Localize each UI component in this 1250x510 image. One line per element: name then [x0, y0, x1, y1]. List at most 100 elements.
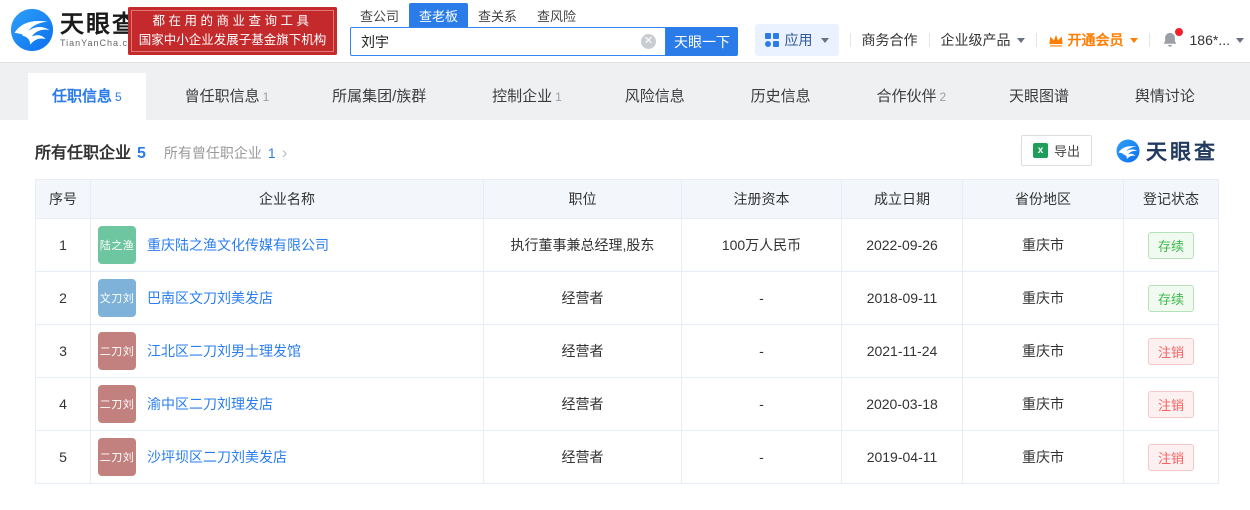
tianyancha-logo[interactable]: 天眼查 TianYanCha.com: [10, 8, 143, 52]
col-region: 省份地区: [962, 179, 1124, 219]
tab-public-opinion[interactable]: 舆情讨论: [1111, 73, 1222, 121]
former-positions-link[interactable]: 所有曾任职企业: [164, 143, 262, 163]
divider: [1035, 33, 1037, 47]
cell-seq: 1: [35, 218, 91, 272]
chevron-down-icon: [1129, 37, 1138, 43]
status-badge: 注销: [1147, 390, 1194, 418]
top-menu: 应用 商务合作 企业级产品 开通会员 186*...: [754, 24, 1244, 56]
cell-region: 重庆市: [962, 218, 1124, 272]
col-status: 登记状态: [1123, 179, 1219, 219]
company-avatar: 二刀刘: [98, 385, 136, 423]
status-badge: 存续: [1147, 284, 1194, 312]
chevron-right-icon[interactable]: ›: [282, 144, 288, 161]
chevron-down-icon: [1016, 37, 1025, 43]
section-titles: 所有任职企业 5 所有曾任职企业 1 ›: [35, 139, 287, 163]
enterprise-label: 企业级产品: [940, 32, 1011, 48]
search-box: ✕ 天眼一下: [350, 27, 738, 56]
company-link[interactable]: 重庆陆之渔文化传媒有限公司: [147, 235, 329, 255]
former-positions-count[interactable]: 1: [268, 145, 276, 161]
company-avatar: 二刀刘: [98, 332, 136, 370]
cell-capital: -: [681, 324, 842, 378]
cell-company: 二刀刘 渝中区二刀刘理发店: [90, 377, 484, 431]
notifications-bell[interactable]: [1161, 28, 1183, 49]
vip-label: 开通会员: [1067, 32, 1124, 48]
tianyancha-watermark: 天眼查: [1116, 136, 1218, 166]
profile-tab-bar: 任职信息 5 曾任职信息 1 所属集团/族群 控制企业 1 风险信息 历史信息 合作伙…: [0, 62, 1250, 121]
tab-history-info[interactable]: 历史信息: [727, 73, 838, 121]
company-avatar: 陆之渔: [98, 226, 136, 264]
search-input[interactable]: [350, 27, 666, 56]
cell-date: 2021-11-24: [841, 324, 963, 378]
menu-enterprise-products[interactable]: 企业级产品: [941, 30, 1025, 50]
tab-count: 5: [115, 90, 122, 104]
cell-status: 注销: [1123, 377, 1219, 431]
tab-label: 控制企业: [492, 88, 553, 105]
company-avatar: 文刀刘: [98, 279, 136, 317]
promo-banner-line1: 都在用的商业查询工具: [152, 14, 313, 28]
apps-menu[interactable]: 应用: [754, 24, 839, 56]
cell-position: 经营者: [483, 324, 682, 378]
tianyancha-logo-icon: [10, 8, 54, 52]
cell-capital: -: [681, 430, 842, 484]
status-badge: 注销: [1147, 443, 1194, 471]
cell-date: 2020-03-18: [841, 377, 963, 431]
table-row: 2 文刀刘 巴南区文刀刘美发店 经营者 - 2018-09-11 重庆市 存续: [35, 271, 1219, 325]
tab-group[interactable]: 所属集团/族群: [308, 73, 453, 121]
tab-positions[interactable]: 任职信息 5: [28, 73, 146, 121]
header: 天眼查 TianYanCha.com 都在用的商业查询工具 国家中小企业发展子基…: [0, 0, 1250, 62]
table-row: 4 二刀刘 渝中区二刀刘理发店 经营者 - 2020-03-18 重庆市 注销: [35, 377, 1219, 431]
cell-capital: -: [681, 377, 842, 431]
tab-label: 曾任职信息: [184, 88, 260, 105]
tab-graph[interactable]: 天眼图谱: [985, 73, 1096, 121]
divider: [1148, 33, 1150, 47]
tab-count: 1: [262, 90, 270, 104]
positions-table: 序号 企业名称 职位 注册资本 成立日期 省份地区 登记状态 1 陆之渔 重庆陆…: [35, 179, 1219, 484]
search-tab-risk[interactable]: 查风险: [527, 3, 586, 28]
promo-banner-line2: 国家中小企业发展子基金旗下机构: [138, 33, 327, 47]
cell-status: 存续: [1123, 271, 1219, 325]
col-capital: 注册资本: [681, 179, 842, 219]
col-position: 职位: [483, 179, 682, 219]
account-menu[interactable]: 186*...: [1190, 32, 1244, 48]
search-button[interactable]: 天眼一下: [666, 27, 738, 56]
menu-vip[interactable]: 开通会员: [1048, 30, 1138, 50]
tab-label: 任职信息: [52, 88, 113, 105]
clear-search-icon[interactable]: ✕: [641, 34, 656, 49]
tab-label: 风险信息: [624, 88, 685, 105]
search-tab-company[interactable]: 查公司: [350, 3, 409, 28]
cell-company: 陆之渔 重庆陆之渔文化传媒有限公司: [90, 218, 484, 272]
company-link[interactable]: 渝中区二刀刘理发店: [147, 394, 273, 414]
cell-region: 重庆市: [962, 430, 1124, 484]
tab-controlled-companies[interactable]: 控制企业 1: [468, 73, 586, 121]
company-link[interactable]: 沙坪坝区二刀刘美发店: [147, 447, 287, 467]
tab-former-positions[interactable]: 曾任职信息 1: [161, 73, 294, 121]
export-label: 导出: [1053, 144, 1080, 159]
cell-region: 重庆市: [962, 271, 1124, 325]
promo-banner: 都在用的商业查询工具 国家中小企业发展子基金旗下机构: [128, 7, 337, 55]
search-tab-boss[interactable]: 查老板: [409, 2, 469, 28]
section-actions: x 导出 天眼查: [1020, 135, 1218, 166]
tab-label: 历史信息: [750, 88, 811, 105]
cell-seq: 2: [35, 271, 91, 325]
export-button[interactable]: x 导出: [1020, 135, 1092, 166]
tab-risk-info[interactable]: 风险信息: [601, 73, 712, 121]
cell-position: 经营者: [483, 377, 682, 431]
cell-status: 注销: [1123, 430, 1219, 484]
table-row: 1 陆之渔 重庆陆之渔文化传媒有限公司 执行董事兼总经理,股东 100万人民币 …: [35, 218, 1219, 272]
cell-status: 注销: [1123, 324, 1219, 378]
company-avatar: 二刀刘: [98, 438, 136, 476]
cell-position: 执行董事兼总经理,股东: [483, 218, 682, 272]
menu-business-cooperation[interactable]: 商务合作: [862, 30, 918, 50]
cell-region: 重庆市: [962, 377, 1124, 431]
cell-company: 二刀刘 江北区二刀刘男士理发馆: [90, 324, 484, 378]
divider: [928, 33, 930, 47]
tab-label: 舆情讨论: [1134, 88, 1195, 105]
cell-seq: 4: [35, 377, 91, 431]
company-link[interactable]: 江北区二刀刘男士理发馆: [147, 341, 301, 361]
search-tab-relation[interactable]: 查关系: [468, 3, 527, 28]
cell-date: 2022-09-26: [841, 218, 963, 272]
company-link[interactable]: 巴南区文刀刘美发店: [147, 288, 273, 308]
status-badge: 存续: [1147, 231, 1194, 259]
table-header-row: 序号 企业名称 职位 注册资本 成立日期 省份地区 登记状态: [35, 179, 1219, 219]
tab-partners[interactable]: 合作伙伴 2: [852, 73, 970, 121]
